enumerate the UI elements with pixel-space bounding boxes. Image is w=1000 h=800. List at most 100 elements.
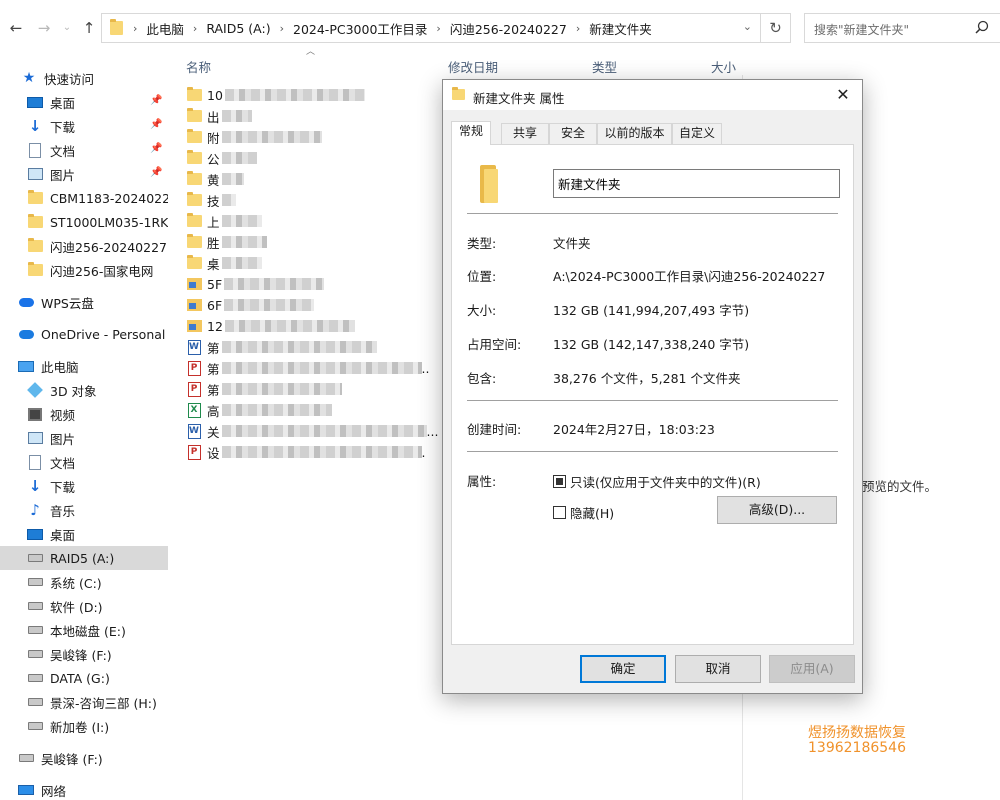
- list-item[interactable]: 6F: [186, 294, 446, 316]
- close-icon[interactable]: ✕: [832, 84, 854, 106]
- nav-item-desktop[interactable]: 桌面 📌: [0, 90, 168, 114]
- breadcrumb-separator-icon[interactable]: ›: [576, 22, 580, 35]
- nav-item-pc-documents[interactable]: 文档: [0, 450, 168, 474]
- redacted-name: [224, 299, 315, 311]
- hidden-checkbox[interactable]: 隐藏(H): [553, 503, 614, 522]
- breadcrumb-new-folder[interactable]: 新建文件夹: [589, 19, 652, 38]
- address-dropdown-icon[interactable]: ⌄: [743, 20, 752, 33]
- column-header-type[interactable]: 类型: [592, 57, 617, 75]
- forward-arrow-icon[interactable]: →: [34, 18, 54, 38]
- nav-item-pictures[interactable]: 图片 📌: [0, 162, 168, 186]
- nav-label: DATA (G:): [50, 670, 110, 686]
- search-placeholder: 搜索"新建文件夹": [814, 23, 910, 37]
- nav-item-videos[interactable]: 视频: [0, 402, 168, 426]
- ok-button[interactable]: 确定: [580, 655, 666, 683]
- cancel-button[interactable]: 取消: [675, 655, 761, 683]
- nav-label: 闪迪256-20240227: [50, 239, 167, 255]
- checkbox-indeterminate-icon[interactable]: [553, 475, 566, 488]
- drive-icon: [26, 670, 44, 686]
- search-box[interactable]: 搜索"新建文件夹": [804, 13, 1000, 43]
- list-item[interactable]: X 高: [186, 399, 446, 421]
- advanced-button[interactable]: 高级(D)...: [717, 496, 837, 524]
- breadcrumb-separator-icon[interactable]: ›: [280, 22, 284, 35]
- tab-sharing[interactable]: 共享: [501, 123, 549, 144]
- breadcrumb-this-pc[interactable]: 此电脑: [146, 19, 184, 38]
- nav-item-sandisk[interactable]: 闪迪256-20240227: [0, 234, 168, 258]
- list-item[interactable]: 附: [186, 126, 446, 148]
- back-arrow-icon[interactable]: ←: [6, 18, 26, 38]
- column-header-modified[interactable]: 修改日期: [448, 57, 498, 75]
- nav-item-documents[interactable]: 文档 📌: [0, 138, 168, 162]
- dialog-titlebar[interactable]: 新建文件夹 属性 ✕: [443, 80, 862, 110]
- breadcrumb-separator-icon[interactable]: ›: [436, 22, 440, 35]
- readonly-label: 只读(仅应用于文件夹中的文件)(R): [570, 475, 761, 490]
- list-item[interactable]: W 关...: [186, 420, 446, 442]
- list-item[interactable]: 5F: [186, 273, 446, 295]
- address-bar[interactable]: › 此电脑 › RAID5 (A:) › 2024-PC3000工作目录 › 闪…: [101, 13, 791, 43]
- onedrive-icon: [17, 326, 35, 342]
- watermark-phone: 13962186546: [808, 740, 906, 756]
- watermark-company: 煜扬扬数据恢复: [808, 725, 906, 741]
- nav-external-drive-f[interactable]: 吴峻锋 (F:): [0, 746, 168, 770]
- column-header-name[interactable]: 名称: [186, 57, 211, 75]
- nav-item-pc-downloads[interactable]: ↓ 下载: [0, 474, 168, 498]
- list-item[interactable]: P 设.: [186, 441, 446, 463]
- nav-quick-access[interactable]: ★ 快速访问: [20, 66, 188, 90]
- breadcrumb-raid5[interactable]: RAID5 (A:): [206, 21, 270, 36]
- list-item[interactable]: 12: [186, 315, 446, 337]
- folder-name-field[interactable]: [553, 169, 840, 198]
- nav-wps-cloud[interactable]: WPS云盘: [0, 290, 168, 314]
- readonly-checkbox[interactable]: 只读(仅应用于文件夹中的文件)(R): [553, 472, 761, 491]
- list-item[interactable]: 胜: [186, 231, 446, 253]
- nav-item-pc-pictures[interactable]: 图片: [0, 426, 168, 450]
- nav-item-drive-i[interactable]: 新加卷 (I:): [0, 714, 168, 738]
- file-name-ellipsis: .: [421, 444, 426, 460]
- list-item[interactable]: 出: [186, 105, 446, 127]
- nav-item-cbm1183[interactable]: CBM1183-20240225: [0, 186, 168, 210]
- refresh-icon[interactable]: ↻: [760, 14, 790, 42]
- list-item[interactable]: P 第: [186, 378, 446, 400]
- nav-network[interactable]: 网络: [0, 778, 168, 800]
- tab-previous-versions[interactable]: 以前的版本: [597, 123, 672, 144]
- nav-item-sandisk-grid[interactable]: 闪迪256-国家电网: [0, 258, 168, 282]
- nav-item-raid5[interactable]: RAID5 (A:): [0, 546, 168, 570]
- nav-item-drive-e[interactable]: 本地磁盘 (E:): [0, 618, 168, 642]
- nav-item-3d[interactable]: 3D 对象: [0, 378, 168, 402]
- list-item[interactable]: P 第..: [186, 357, 446, 379]
- nav-item-downloads[interactable]: ↓ 下载 📌: [0, 114, 168, 138]
- folder-icon: [186, 171, 202, 187]
- list-item[interactable]: 公: [186, 147, 446, 169]
- tab-security[interactable]: 安全: [549, 123, 597, 144]
- drive-icon: [26, 718, 44, 734]
- breadcrumb-separator-icon[interactable]: ›: [193, 22, 197, 35]
- apply-button[interactable]: 应用(A): [769, 655, 855, 683]
- list-item[interactable]: W 第: [186, 336, 446, 358]
- nav-item-pc-desktop[interactable]: 桌面: [0, 522, 168, 546]
- redacted-name: [224, 320, 355, 332]
- list-item[interactable]: 黄: [186, 168, 446, 190]
- list-item[interactable]: 技: [186, 189, 446, 211]
- nav-onedrive[interactable]: OneDrive - Personal: [0, 322, 168, 346]
- list-item[interactable]: 上: [186, 210, 446, 232]
- nav-this-pc[interactable]: 此电脑: [0, 354, 168, 378]
- breadcrumb-sandisk[interactable]: 闪迪256-20240227: [450, 19, 567, 38]
- breadcrumb: › 此电脑 › RAID5 (A:) › 2024-PC3000工作目录 › 闪…: [124, 14, 652, 42]
- tab-customize[interactable]: 自定义: [672, 123, 722, 144]
- nav-item-drive-h[interactable]: 景深-咨询三部 (H:): [0, 690, 168, 714]
- tab-general[interactable]: 常规: [451, 121, 491, 145]
- list-item[interactable]: 10: [186, 84, 446, 106]
- breadcrumb-work-dir[interactable]: 2024-PC3000工作目录: [293, 19, 427, 38]
- list-item[interactable]: 桌: [186, 252, 446, 274]
- up-arrow-icon[interactable]: ↑: [79, 18, 99, 38]
- picture-icon: [26, 430, 44, 446]
- nav-label: RAID5 (A:): [50, 550, 115, 566]
- nav-item-st1000[interactable]: ST1000LM035-1RK1: [0, 210, 168, 234]
- recent-chevron-icon[interactable]: ⌄: [57, 18, 77, 38]
- nav-item-drive-c[interactable]: 系统 (C:): [0, 570, 168, 594]
- nav-item-drive-f[interactable]: 吴峻锋 (F:): [0, 642, 168, 666]
- nav-item-music[interactable]: ♪ 音乐: [0, 498, 168, 522]
- column-header-size[interactable]: 大小: [711, 57, 736, 75]
- nav-item-drive-g[interactable]: DATA (G:): [0, 666, 168, 690]
- checkbox-unchecked-icon[interactable]: [553, 506, 566, 519]
- nav-item-drive-d[interactable]: 软件 (D:): [0, 594, 168, 618]
